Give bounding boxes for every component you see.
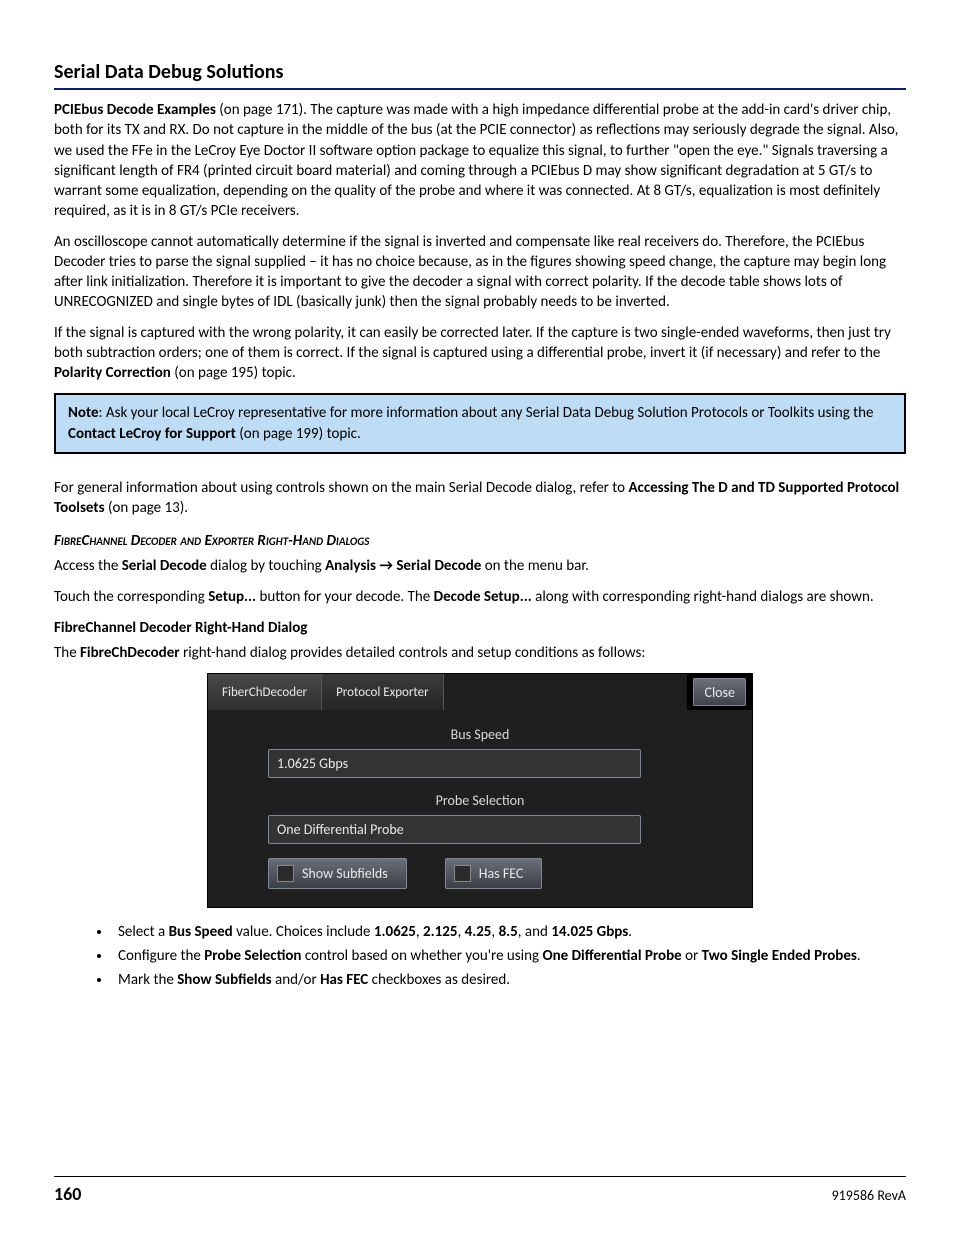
close-button[interactable]: Close xyxy=(693,678,746,706)
has-fec-checkbox[interactable]: Has FEC xyxy=(445,858,543,889)
checkbox-icon xyxy=(454,865,471,882)
note-label: Note xyxy=(68,404,99,422)
paragraph: PCIEbus Decode Examples (on page 171). T… xyxy=(54,100,906,222)
show-subfields-checkbox[interactable]: Show Subfields xyxy=(268,858,407,889)
xref: Contact LeCroy for Support xyxy=(68,425,236,443)
note-box: Note: Ask your local LeCroy representati… xyxy=(54,393,906,454)
paragraph: The FibreChDecoder right-hand dialog pro… xyxy=(54,643,906,663)
fibrech-dialog-figure: FiberChDecoder Protocol Exporter Close B… xyxy=(207,673,753,908)
paragraph: Access the Serial Decode dialog by touch… xyxy=(54,556,906,576)
xref: PCIEbus Decode Examples xyxy=(54,101,216,119)
list-item: Configure the Probe Selection control ba… xyxy=(112,946,906,968)
dialog-tabs: FiberChDecoder Protocol Exporter Close xyxy=(208,674,752,710)
paragraph: For general information about using cont… xyxy=(54,478,906,519)
probe-selection-select[interactable]: One Differential Probe xyxy=(268,815,641,844)
bullet-list: Select a Bus Speed value. Choices includ… xyxy=(54,922,906,991)
list-item: Select a Bus Speed value. Choices includ… xyxy=(112,922,906,944)
section-heading: FibreChannel Decoder and Exporter Right-… xyxy=(54,532,906,550)
tab-fiberchdecoder[interactable]: FiberChDecoder xyxy=(208,674,322,710)
paragraph: If the signal is captured with the wrong… xyxy=(54,323,906,384)
subheading: FibreChannel Decoder Right-Hand Dialog xyxy=(54,619,906,637)
list-item: Mark the Show Subfields and/or Has FEC c… xyxy=(112,970,906,992)
probe-selection-label: Probe Selection xyxy=(268,792,692,809)
xref: Polarity Correction xyxy=(54,364,171,382)
checkbox-icon xyxy=(277,865,294,882)
checkbox-label: Show Subfields xyxy=(302,865,388,882)
checkbox-label: Has FEC xyxy=(479,865,524,882)
paragraph: Touch the corresponding Setup... button … xyxy=(54,587,906,607)
tab-protocol-exporter[interactable]: Protocol Exporter xyxy=(322,674,444,710)
page-title: Serial Data Debug Solutions xyxy=(54,60,906,90)
paragraph: An oscilloscope cannot automatically det… xyxy=(54,232,906,313)
bus-speed-label: Bus Speed xyxy=(268,726,692,743)
bus-speed-select[interactable]: 1.0625 Gbps xyxy=(268,749,641,778)
doc-revision: 919586 RevA xyxy=(832,1187,906,1204)
page-footer: 160 919586 RevA xyxy=(54,1176,906,1205)
page-number: 160 xyxy=(54,1183,81,1205)
